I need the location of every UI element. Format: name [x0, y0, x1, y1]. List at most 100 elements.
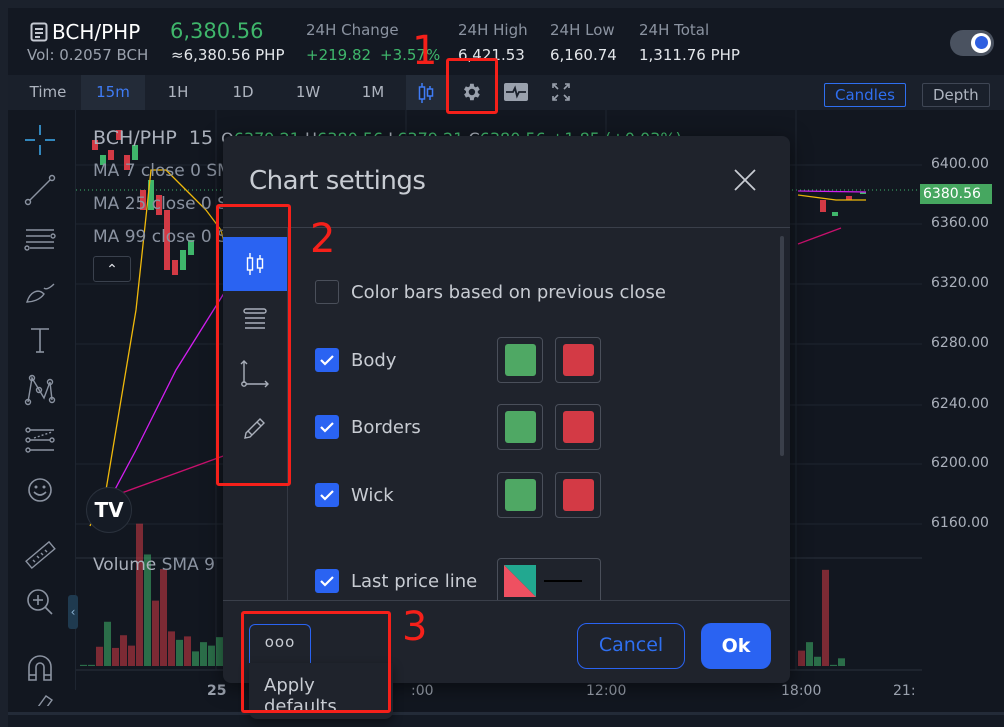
volume-sma: SMA 9 — [161, 555, 215, 575]
last-price-checkbox[interactable] — [315, 569, 339, 593]
trendline-icon — [24, 174, 56, 206]
body-down-color[interactable] — [555, 337, 601, 383]
pencil-tool[interactable] — [22, 692, 58, 706]
ma7-line — [797, 194, 866, 201]
depth-button[interactable]: Depth — [922, 83, 990, 107]
volume-label: Volume — [93, 555, 157, 575]
fib-tool[interactable] — [22, 222, 58, 258]
text-icon — [31, 328, 49, 353]
price-approx: ≈6,380.56 PHP — [171, 46, 285, 64]
borders-down-color[interactable] — [555, 404, 601, 450]
check-icon — [320, 422, 334, 433]
wick-checkbox[interactable] — [315, 483, 339, 507]
interval-1m[interactable]: 1M — [343, 75, 403, 110]
brush-icon — [26, 283, 55, 303]
chart-toolbar: Time 15m 1H 1D 1W 1M Candles Depth — [8, 75, 1004, 110]
time-tick: 25 — [207, 683, 227, 699]
volume-bar — [168, 631, 175, 666]
volume-bar — [136, 523, 143, 666]
volume-bar — [88, 664, 95, 666]
smiley-icon — [28, 478, 52, 502]
option-label: Last price line — [351, 570, 478, 592]
volume-bar — [838, 658, 845, 666]
volume-bar — [120, 635, 127, 666]
borders-checkbox[interactable] — [315, 415, 339, 439]
document-icon — [30, 22, 48, 42]
price-tick: 6200.00 — [931, 455, 989, 471]
crosshair-tool[interactable] — [22, 122, 58, 158]
option-color-bars[interactable]: Color bars based on previous close — [315, 280, 666, 304]
annotation-box-2 — [216, 204, 291, 486]
candlestick-icon — [418, 83, 434, 103]
borders-up-color[interactable] — [497, 404, 543, 450]
wick-down-color[interactable] — [555, 472, 601, 518]
stat-change-value: +219.82 — [306, 46, 372, 64]
body-checkbox[interactable] — [315, 348, 339, 372]
last-price-line-style[interactable] — [497, 558, 601, 600]
ruler-icon — [25, 540, 56, 570]
interval-1w[interactable]: 1W — [278, 75, 338, 110]
annotation-number-1: 1 — [412, 28, 438, 74]
prediction-tool[interactable] — [22, 422, 58, 458]
zoom-in-icon — [27, 589, 53, 615]
fullscreen-button[interactable] — [541, 75, 581, 110]
price-tick: 6160.00 — [931, 515, 989, 531]
close-button[interactable] — [733, 168, 757, 192]
ok-button[interactable]: Ok — [701, 623, 771, 669]
measure-tool[interactable] — [22, 538, 58, 574]
volume-legend: Volume SMA 9 — [93, 555, 215, 575]
option-label: Body — [351, 349, 397, 371]
stat-low-label: 24H Low — [550, 21, 615, 39]
dialog-scrollbar[interactable] — [780, 236, 784, 456]
dialog-title: Chart settings — [249, 166, 426, 196]
pair-selector[interactable]: BCH/PHP — [30, 20, 140, 44]
body-up-color[interactable] — [497, 337, 543, 383]
price-tick: 6320.00 — [931, 275, 989, 291]
brush-tool[interactable] — [22, 272, 58, 308]
emoji-tool[interactable] — [22, 472, 58, 508]
theme-toggle[interactable] — [950, 30, 994, 56]
pattern-tool[interactable] — [22, 372, 58, 408]
option-wick[interactable]: Wick — [315, 483, 394, 507]
option-borders[interactable]: Borders — [315, 415, 421, 439]
time-tick: 12:00 — [586, 683, 627, 699]
option-label: Borders — [351, 416, 421, 438]
volume-bar — [192, 651, 199, 666]
wick-up-color[interactable] — [497, 472, 543, 518]
indicators-button[interactable] — [496, 75, 536, 110]
tradingview-logo[interactable]: TV — [86, 487, 132, 533]
stat-total-value: 1,311.76 PHP — [639, 46, 740, 64]
trendline-tool[interactable] — [22, 172, 58, 208]
volume-bar — [806, 642, 813, 666]
interval-15m[interactable]: 15m — [81, 75, 145, 110]
text-tool[interactable] — [22, 322, 58, 358]
color-bars-checkbox[interactable] — [315, 280, 339, 304]
option-label: Wick — [351, 484, 394, 506]
color-swatch — [504, 479, 536, 511]
indicator-ma7[interactable]: MA 7 close 0 SMA — [93, 161, 243, 181]
check-icon — [320, 576, 334, 587]
volume-bar — [80, 664, 87, 666]
option-last-price-line[interactable]: Last price line — [315, 569, 477, 593]
ticker-header: BCH/PHP Vol: 0.2057 BCH 6,380.56 ≈6,380.… — [8, 8, 1004, 75]
line-style-preview — [544, 580, 582, 582]
option-body[interactable]: Body — [315, 348, 396, 372]
moon-icon — [975, 36, 988, 49]
pattern-icon — [24, 374, 56, 406]
magnet-icon — [28, 655, 52, 681]
volume-bar — [216, 637, 223, 666]
interval-1h[interactable]: 1H — [148, 75, 208, 110]
chart-settings-dialog: Chart settings Color bars based on previ… — [223, 136, 790, 683]
time-tick: 18:00 — [781, 683, 822, 699]
price-tick: 6280.00 — [931, 335, 989, 351]
zoom-in-tool[interactable] — [22, 584, 58, 620]
interval-1d[interactable]: 1D — [213, 75, 273, 110]
candle-type-button[interactable] — [406, 75, 446, 110]
magnet-tool[interactable] — [22, 650, 58, 686]
stat-high-label: 24H High — [458, 21, 528, 39]
collapse-legend-button[interactable]: ⌃ — [93, 256, 131, 282]
stat-total-label: 24H Total — [639, 21, 710, 39]
candles-button[interactable]: Candles — [824, 83, 906, 107]
last-price: 6,380.56 — [170, 19, 264, 43]
cancel-button[interactable]: Cancel — [577, 623, 685, 669]
